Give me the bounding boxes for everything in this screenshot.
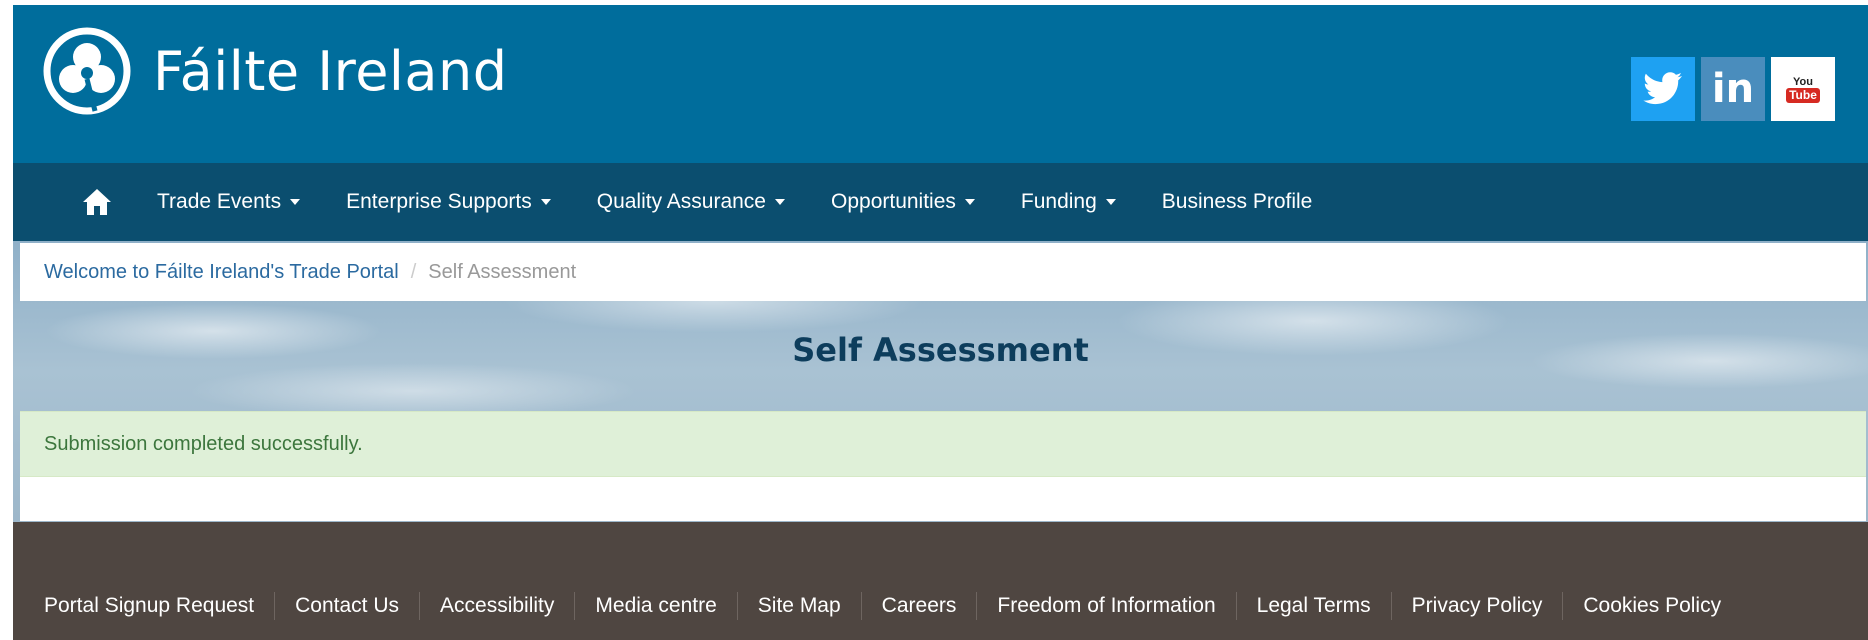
footer-link-cookies-policy[interactable]: Cookies Policy — [1583, 594, 1721, 618]
chevron-down-icon — [540, 199, 551, 205]
footer-link-privacy-policy[interactable]: Privacy Policy — [1412, 594, 1543, 618]
home-button[interactable] — [79, 184, 115, 220]
footer-link-legal-terms[interactable]: Legal Terms — [1257, 594, 1371, 618]
footer-divider — [736, 592, 738, 620]
footer-link-accessibility[interactable]: Accessibility — [440, 594, 554, 618]
nav-quality-assurance[interactable]: Quality Assurance — [597, 190, 785, 214]
footer-divider — [574, 592, 576, 620]
footer-links: Portal Signup Request Contact Us Accessi… — [44, 592, 1721, 620]
breadcrumb-current: Self Assessment — [428, 260, 577, 283]
main-nav: Trade Events Enterprise Supports Quality… — [13, 163, 1868, 241]
breadcrumb-home-link[interactable]: Welcome to Fáilte Ireland's Trade Portal — [44, 261, 399, 284]
footer-link-site-map[interactable]: Site Map — [758, 594, 841, 618]
nav-funding[interactable]: Funding — [1021, 190, 1116, 214]
nav-opportunities[interactable]: Opportunities — [831, 190, 975, 214]
shamrock-logo-icon — [43, 27, 131, 115]
success-alert: Submission completed successfully. — [20, 411, 1866, 477]
nav-business-profile[interactable]: Business Profile — [1162, 190, 1313, 214]
footer-divider — [419, 592, 421, 620]
brand-logo[interactable]: Fáilte Ireland — [43, 27, 508, 115]
footer-link-foi[interactable]: Freedom of Information — [997, 594, 1215, 618]
chevron-down-icon — [1105, 199, 1116, 205]
footer-link-media-centre[interactable]: Media centre — [595, 594, 716, 618]
breadcrumb-separator: / — [410, 260, 417, 283]
footer-divider — [274, 592, 276, 620]
footer-link-careers[interactable]: Careers — [882, 594, 957, 618]
nav-enterprise-supports[interactable]: Enterprise Supports — [346, 190, 551, 214]
linkedin-icon: in — [1711, 66, 1755, 112]
alert-message: Submission completed successfully. — [44, 432, 363, 455]
content-area — [20, 477, 1866, 521]
twitter-link[interactable] — [1631, 57, 1695, 121]
social-links: in You Tube — [1631, 57, 1835, 121]
youtube-link[interactable]: You Tube — [1771, 57, 1835, 121]
breadcrumb: Welcome to Fáilte Ireland's Trade Portal… — [20, 243, 1866, 301]
chevron-down-icon — [290, 199, 301, 205]
footer-link-portal-signup[interactable]: Portal Signup Request — [44, 594, 254, 618]
footer-divider — [1562, 592, 1564, 620]
brand-name: Fáilte Ireland — [153, 39, 508, 103]
site-footer: Portal Signup Request Contact Us Accessi… — [13, 522, 1868, 640]
youtube-icon-you: You — [1793, 75, 1813, 88]
chevron-down-icon — [964, 199, 975, 205]
linkedin-link[interactable]: in — [1701, 57, 1765, 121]
page: Fáilte Ireland in You Tube Trade Events … — [0, 0, 1868, 640]
footer-divider — [1390, 592, 1392, 620]
footer-divider — [976, 592, 978, 620]
footer-divider — [860, 592, 862, 620]
home-icon — [83, 189, 111, 215]
nav-trade-events[interactable]: Trade Events — [157, 190, 301, 214]
youtube-icon-tube: Tube — [1786, 87, 1820, 103]
twitter-icon — [1643, 72, 1682, 105]
page-title: Self Assessment — [792, 331, 1089, 369]
footer-divider — [1235, 592, 1237, 620]
footer-link-contact-us[interactable]: Contact Us — [295, 594, 399, 618]
chevron-down-icon — [775, 199, 785, 205]
site-header: Fáilte Ireland in You Tube — [13, 5, 1868, 163]
